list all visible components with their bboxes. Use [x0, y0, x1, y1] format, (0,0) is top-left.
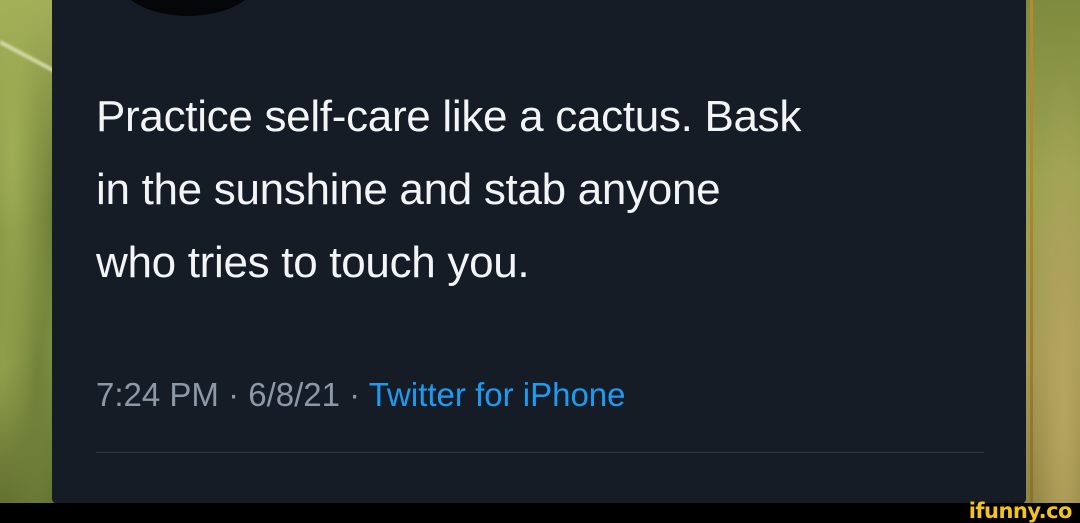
- tweet-text: Practice self-care like a cactus. Bask i…: [96, 92, 802, 287]
- tweet-card: Practice self-care like a cactus. Bask i…: [52, 0, 1026, 503]
- tweet-meta: 7:24 PM · 6/8/21 · Twitter for iPhone: [96, 376, 626, 414]
- background-plant-left: [0, 0, 60, 503]
- tweet-source-link[interactable]: Twitter for iPhone: [369, 376, 626, 413]
- ifunny-watermark: ifunny.co: [968, 499, 1073, 523]
- meta-separator: ·: [218, 376, 249, 413]
- tweet-date[interactable]: 6/8/21: [248, 376, 340, 413]
- divider: [96, 452, 984, 453]
- watermark-bar: ifunny.co: [0, 499, 1080, 523]
- meta-separator: ·: [339, 376, 369, 413]
- background-plant-right: [1024, 0, 1080, 503]
- tweet-time[interactable]: 7:24 PM: [96, 376, 219, 413]
- screenshot-stage: Practice self-care like a cactus. Bask i…: [0, 0, 1080, 523]
- avatar[interactable]: [118, 0, 258, 16]
